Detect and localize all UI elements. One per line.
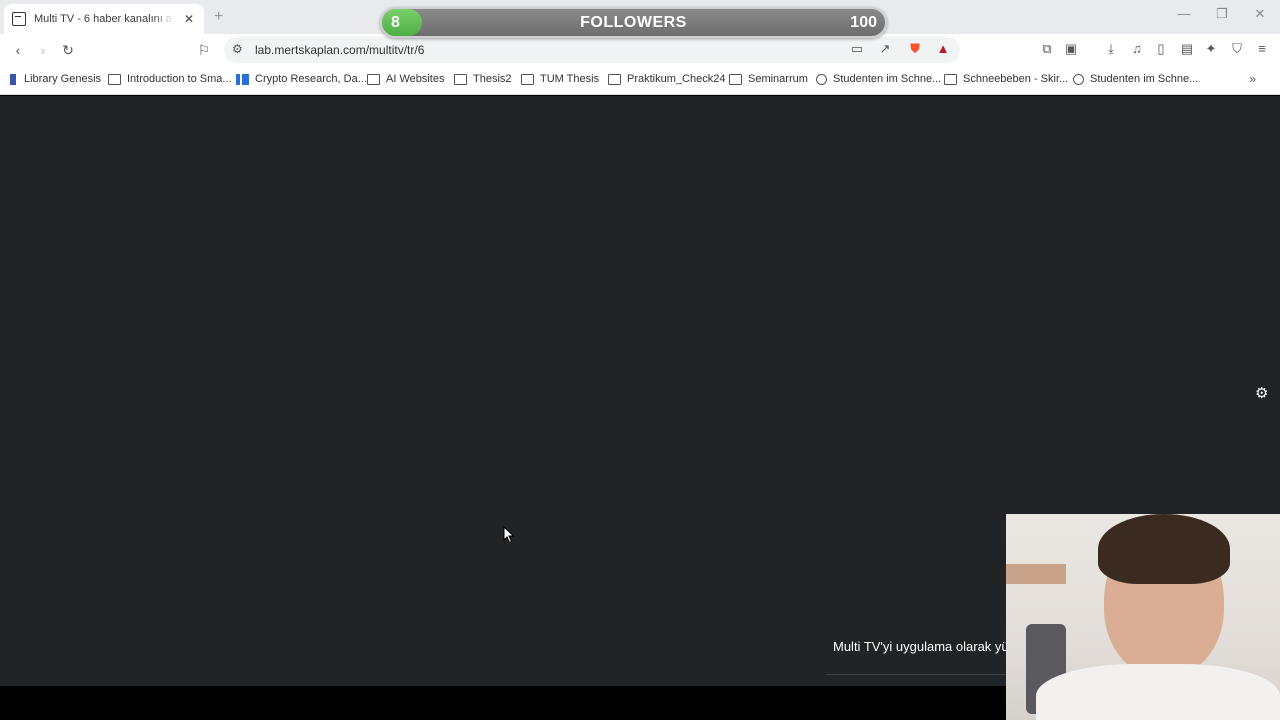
cast-icon[interactable]: ▭ xyxy=(849,41,865,57)
settings-gear-icon[interactable]: ⚙ xyxy=(1255,384,1268,402)
sidebar-icon[interactable]: ▯ xyxy=(1153,41,1169,57)
url-text[interactable]: lab.mertskaplan.com/multitv/tr/6 xyxy=(255,43,424,57)
browser-toolbar: ‹ › ↻ ⚐ ⚙ lab.mertskaplan.com/multitv/tr… xyxy=(0,34,1280,66)
restore-button[interactable]: ❐ xyxy=(1212,6,1232,22)
bookmark-tum-thesis[interactable]: TUM Thesis xyxy=(521,73,599,85)
doc-icon xyxy=(108,73,121,85)
bookmark-label: Thesis2 xyxy=(473,73,512,85)
leo-ai-icon[interactable]: ✦ xyxy=(1203,41,1219,57)
site-settings-icon[interactable]: ⚙ xyxy=(232,42,243,56)
minimize-button[interactable]: — xyxy=(1174,6,1194,21)
media-icon[interactable]: ♫ xyxy=(1129,41,1145,57)
followers-current: 8 xyxy=(391,14,400,31)
bookmark-label: Praktikum_Check24 xyxy=(627,73,726,85)
bookmark-icon[interactable]: ⚐ xyxy=(196,42,212,58)
folder-icon xyxy=(454,73,467,85)
window-close-button[interactable]: ✕ xyxy=(1250,6,1270,22)
tab-close-icon[interactable]: ✕ xyxy=(182,12,196,26)
bookmark-studenten-1[interactable]: Studenten im Schne... xyxy=(816,73,941,85)
bookmark-label: AI Websites xyxy=(386,73,445,85)
bookmark-label: Seminarrum xyxy=(748,73,808,85)
bookmark-studenten-2[interactable]: Studenten im Schne... xyxy=(1073,73,1198,85)
bookmark-label: Crypto Research, Da... xyxy=(255,73,367,85)
brave-shields-icon[interactable]: ⛊ xyxy=(907,41,923,57)
folder-icon xyxy=(521,73,534,85)
libgen-icon xyxy=(10,73,16,85)
bookmarks-bar: Library Genesis Introduction to Sma... C… xyxy=(0,66,1280,95)
webcam-person-shirt xyxy=(1036,664,1280,720)
bookmark-label: Studenten im Schne... xyxy=(833,73,942,85)
globe-icon xyxy=(1073,73,1084,85)
forward-icon[interactable]: › xyxy=(35,42,51,58)
bookmark-seminarrum[interactable]: Seminarrum xyxy=(729,73,808,85)
bookmark-ai-websites[interactable]: AI Websites xyxy=(367,73,445,85)
followers-goal-bar: FOLLOWERS 8 100 xyxy=(380,7,887,38)
bookmark-thesis2[interactable]: Thesis2 xyxy=(454,73,512,85)
bookmark-label: Introduction to Sma... xyxy=(127,73,232,85)
brave-rewards-icon[interactable]: ▲ xyxy=(935,41,951,57)
install-divider xyxy=(826,674,1006,675)
folder-icon xyxy=(367,73,380,85)
menu-icon[interactable]: ≡ xyxy=(1254,41,1270,57)
chart-icon xyxy=(236,73,249,85)
screenshot-icon[interactable]: ▣ xyxy=(1063,41,1079,57)
bookmark-praktikum[interactable]: Praktikum_Check24 xyxy=(608,73,725,85)
install-app-prompt[interactable]: Multi TV'yi uygulama olarak yü xyxy=(833,639,1009,654)
bookmark-label: Studenten im Schne... xyxy=(1090,73,1199,85)
folder-icon xyxy=(608,73,621,85)
globe-icon xyxy=(816,73,827,85)
bus-icon xyxy=(944,73,957,85)
bookmark-label: Schneebeben - Skir... xyxy=(963,73,1069,85)
bookmark-introduction[interactable]: Introduction to Sma... xyxy=(108,73,232,85)
mouse-cursor-icon xyxy=(503,526,515,544)
bookmark-label: TUM Thesis xyxy=(540,73,600,85)
bookmark-library-genesis[interactable]: Library Genesis xyxy=(10,73,101,85)
download-icon[interactable]: ⤓ xyxy=(1103,41,1119,57)
webcam-person-hair xyxy=(1098,514,1230,584)
extensions-icon[interactable]: ⧉ xyxy=(1039,41,1055,57)
tv-favicon-icon xyxy=(12,12,26,26)
bookmark-schneebeben[interactable]: Schneebeben - Skir... xyxy=(944,73,1068,85)
bookmark-crypto-research[interactable]: Crypto Research, Da... xyxy=(236,73,367,85)
webcam-background-shelf xyxy=(1006,564,1066,584)
folder-icon xyxy=(729,73,742,85)
webcam-overlay xyxy=(1006,514,1280,720)
share-icon[interactable]: ↗ xyxy=(877,41,893,57)
tab-title: Multi TV - 6 haber kanalını aynı ekranda… xyxy=(34,13,174,25)
reload-icon[interactable]: ↻ xyxy=(60,42,76,58)
more-bookmarks-icon[interactable]: » xyxy=(1249,72,1256,86)
wallet-icon[interactable]: ▤ xyxy=(1179,41,1195,57)
back-icon[interactable]: ‹ xyxy=(10,42,26,58)
followers-label: FOLLOWERS xyxy=(580,14,687,31)
bookmark-label: Library Genesis xyxy=(24,73,102,85)
followers-goal: 100 xyxy=(850,14,877,31)
new-tab-button[interactable]: + xyxy=(214,8,223,26)
vpn-icon[interactable]: ⛉ xyxy=(1229,41,1245,57)
active-tab[interactable]: Multi TV - 6 haber kanalını aynı ekranda… xyxy=(4,4,204,34)
